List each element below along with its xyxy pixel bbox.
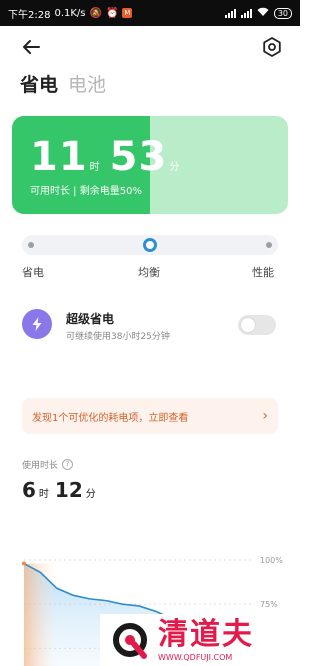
tab-bar: 省电 电池 [20, 70, 106, 97]
usage-hours: 6 [22, 478, 36, 502]
toggle-knob [241, 318, 255, 332]
signal-icon [224, 8, 236, 18]
back-arrow-icon [23, 40, 40, 54]
optimization-notice[interactable]: 发现1个可优化的耗电项，立即查看 › [22, 398, 278, 434]
watermark-chinese: 清道夫 [158, 616, 254, 652]
gear-icon [263, 37, 281, 57]
usage-label: 使用时长 ? [22, 458, 74, 471]
remaining-time: 11 时 53 分 [30, 134, 189, 180]
app-notification-icon: M [122, 8, 133, 18]
remaining-minutes: 53 [109, 134, 168, 180]
super-saver-row[interactable]: 超级省电 可继续使用38小时25分钟 [22, 309, 278, 349]
question-icon[interactable]: ? [62, 459, 74, 470]
start-point [22, 561, 26, 566]
lightning-icon [32, 317, 42, 331]
watermark-text: 清道夫 WWW.QDFUJI.COM [158, 616, 254, 662]
alarm-icon: ⏰ [105, 7, 119, 19]
heat-overlay [24, 563, 57, 666]
mode-label-saver[interactable]: 省电 [22, 264, 44, 280]
battery-icon: 30 [273, 7, 292, 19]
status-bar: 下午2:28 0.1K/s 🔕 ⏰ M 30 [0, 0, 300, 26]
chevron-right-icon: › [262, 408, 268, 424]
super-saver-title: 超级省电 [66, 312, 115, 326]
hours-unit: 时 [89, 162, 100, 173]
usage-hours-unit: 时 [38, 489, 49, 500]
power-screen: 省电 电池 11 时 53 分 可用时长 | 剩余电量50% 省电 均衡 性能 … [0, 26, 300, 666]
watermark: 清道夫 WWW.QDFUJI.COM [100, 614, 300, 666]
watermark-url: WWW.QDFUJI.COM [158, 652, 233, 662]
network-speed: 0.1K/s [54, 7, 86, 19]
super-saver-subtitle: 可继续使用38小时25分钟 [66, 332, 170, 342]
tab-power-saving[interactable]: 省电 [20, 70, 58, 97]
status-time: 下午2:28 [8, 9, 51, 21]
settings-button[interactable] [259, 34, 285, 60]
wifi-icon [257, 7, 269, 20]
signal-icon-2 [240, 8, 252, 18]
back-button[interactable] [18, 34, 44, 60]
slider-knob[interactable] [143, 238, 157, 252]
watermark-logo [110, 620, 150, 660]
mode-slider[interactable] [22, 235, 278, 255]
usage-time: 6 时 12 分 [22, 478, 102, 502]
slider-stop-right[interactable] [266, 242, 272, 248]
remaining-hours: 11 [30, 134, 88, 180]
usage-minutes: 12 [54, 478, 83, 502]
notice-text: 发现1个可优化的耗电项，立即查看 [32, 412, 189, 424]
top-bar [0, 26, 300, 66]
tab-battery[interactable]: 电池 [68, 70, 106, 97]
super-saver-icon-circle [22, 309, 52, 339]
mode-labels: 省电 均衡 性能 [0, 264, 300, 280]
battery-card: 11 时 53 分 可用时长 | 剩余电量50% [12, 116, 288, 214]
usage-label-text: 使用时长 [22, 461, 59, 471]
mode-label-performance[interactable]: 性能 [252, 264, 274, 280]
mode-label-balanced[interactable]: 均衡 [138, 264, 160, 280]
slider-stop-left[interactable] [28, 242, 34, 248]
usage-minutes-unit: 分 [85, 489, 96, 500]
mute-icon: 🔕 [89, 7, 102, 19]
minutes-unit: 分 [169, 162, 180, 173]
super-saver-toggle[interactable] [238, 315, 276, 335]
battery-subtitle: 可用时长 | 剩余电量50% [30, 186, 142, 197]
y-tick-label: 100% [260, 556, 283, 565]
y-tick-label: 75% [260, 600, 278, 609]
